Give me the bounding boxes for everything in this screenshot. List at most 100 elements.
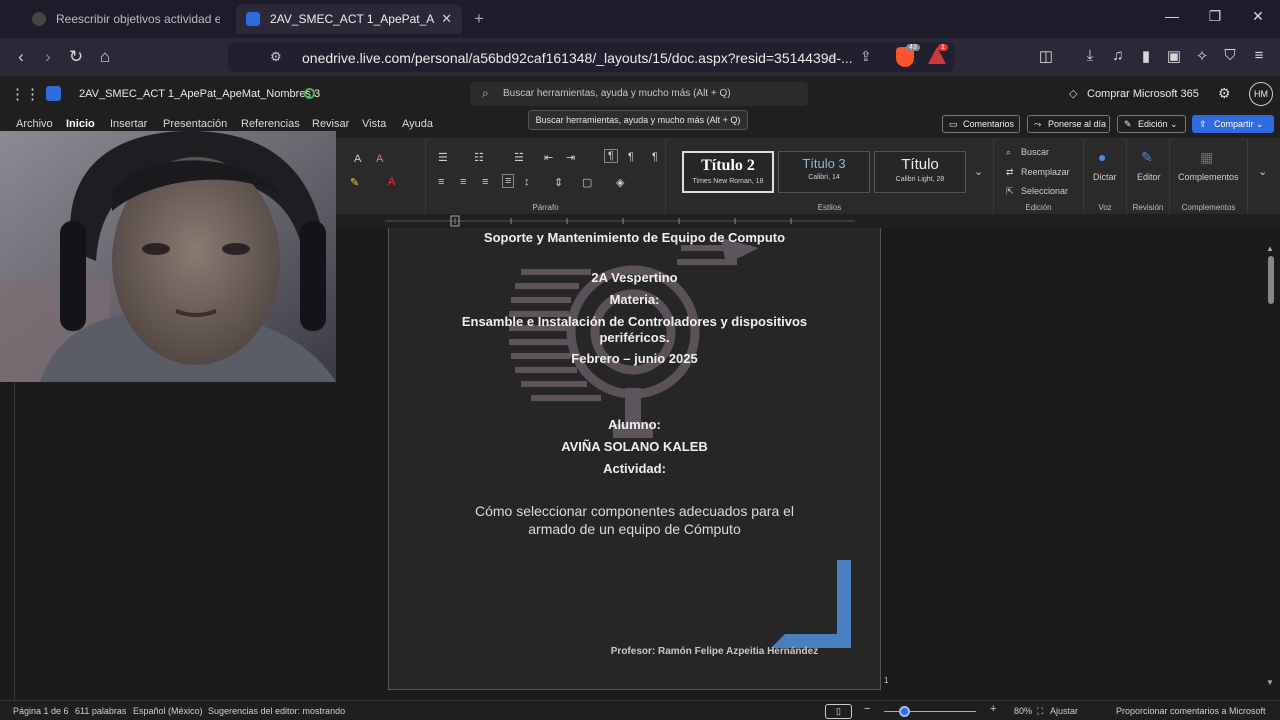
tab-insertar[interactable]: Insertar [110,118,147,130]
close-tab-icon[interactable]: ✕ [441,11,452,27]
tab-ayuda[interactable]: Ayuda [402,118,433,130]
share-icon: ⇪ [1199,119,1207,129]
line-spacing-icon[interactable]: ↕ [524,176,530,188]
share-button[interactable]: ⇪ Compartir ⌄ [1192,115,1274,133]
restore-icon[interactable]: ❐ [1203,8,1227,25]
editing-mode-button[interactable]: ✎ Edición ⌄ [1117,115,1186,133]
fit-button[interactable]: Ajustar [1050,706,1078,716]
document-title[interactable]: 2AV_SMEC_ACT 1_ApePat_ApeMat_Nombres 3 [79,88,320,100]
pencil-icon: ✎ [1124,119,1132,129]
ribbon-expand-icon[interactable]: ⌄ [1258,165,1267,178]
document-page[interactable]: Soporte y Mantenimiento de Equipo de Com… [388,228,881,690]
feedback-link[interactable]: Proporcionar comentarios a Microsoft [1116,706,1266,716]
rtl-icon[interactable]: ¶ [652,151,658,163]
ltr-icon[interactable]: ¶ [628,151,634,163]
share-icon[interactable]: ⇪ [860,48,872,65]
align-right-icon[interactable]: ≡ [482,176,488,188]
editor-suggestions[interactable]: Sugerencias del editor: mostrando [208,706,345,716]
split-view-icon[interactable]: ▮ [1135,47,1157,65]
page-count[interactable]: Página 1 de 6 [13,706,69,716]
shading-icon[interactable]: ◈ [616,176,624,189]
tab-revisar[interactable]: Revisar [312,118,349,130]
numbering-icon[interactable]: ☷ [474,151,484,164]
paragraph-spacing-icon[interactable]: ⇕ [554,176,563,189]
style-heading-3[interactable]: Título 3 Calibri, 14 [778,151,870,193]
scroll-down-icon[interactable]: ▼ [1266,678,1274,687]
browser-tab-active[interactable]: 2AV_SMEC_ACT 1_ApePat_ApeM ✕ [236,4,462,34]
addins-button[interactable]: Complementos [1178,172,1239,182]
catchup-button[interactable]: ⤳ Ponerse al día [1027,115,1110,133]
downloads-icon[interactable]: ⤓ [1079,47,1101,64]
new-tab-button[interactable]: + [474,9,484,29]
page-view-icon[interactable]: ▯ [825,704,852,719]
multilevel-list-icon[interactable]: ☱ [514,151,524,164]
tab-archivo[interactable]: Archivo [16,118,53,130]
tab-vista[interactable]: Vista [362,118,386,130]
addins-grid-icon[interactable]: ▦ [1200,149,1213,166]
style-heading-2[interactable]: Título 2 Times New Roman, 18 [682,151,774,193]
justify-icon[interactable]: ≡ [502,174,515,188]
comments-button[interactable]: ▭ Comentarios [942,115,1020,133]
styles-group: Título 2 Times New Roman, 18 Título 3 Ca… [666,139,994,215]
font-color-icon[interactable]: A [388,176,395,188]
editor-pen-icon[interactable]: ✎ [1141,149,1153,166]
scroll-up-icon[interactable]: ▲ [1266,244,1274,253]
zoom-in-icon[interactable]: + [990,703,996,715]
site-settings-icon[interactable]: ⚙︎ [270,49,282,65]
styles-more-icon[interactable]: ⌄ [974,165,983,178]
find-button[interactable]: Buscar [1021,147,1049,157]
align-center-icon[interactable]: ≡ [460,176,466,188]
vpn-shield-icon[interactable]: ⛉ [1219,47,1241,64]
forward-icon[interactable]: › [37,47,59,67]
word-count[interactable]: 611 palabras [75,706,126,716]
show-marks-icon[interactable]: ¶ [604,149,618,163]
back-icon[interactable]: ‹ [10,47,32,67]
select-button[interactable]: Seleccionar [1021,186,1068,196]
minimize-icon[interactable]: — [1160,8,1184,24]
tab-inicio[interactable]: Inicio [66,118,95,130]
style-title[interactable]: Título Calibri Light, 28 [874,151,966,193]
editor-button[interactable]: Editor [1137,172,1161,182]
buy-microsoft-365-link[interactable]: Comprar Microsoft 365 [1087,88,1199,100]
saved-status-icon [304,88,315,99]
tab-referencias[interactable]: Referencias [241,118,300,130]
sidebar-panel-icon[interactable]: ◫ [1035,47,1057,65]
vertical-scrollbar-thumb[interactable] [1268,256,1274,304]
activity-title-line2: armado de un equipo de Cómputo [528,521,741,537]
subject-label: Materia: [609,292,660,307]
zoom-search-icon[interactable]: ⌕ [828,48,836,65]
avatar[interactable]: HM [1249,82,1273,106]
close-window-icon[interactable]: ✕ [1246,8,1270,25]
reload-icon[interactable]: ↻ [65,47,87,67]
highlight-icon[interactable]: ✎ [350,176,359,189]
style-name: Título [901,156,939,173]
dictate-button[interactable]: Dictar [1093,172,1117,182]
zoom-slider-thumb[interactable] [899,706,910,717]
settings-gear-icon[interactable]: ⚙︎ [1218,85,1231,102]
wallet-icon[interactable]: ▣ [1163,47,1185,65]
align-left-icon[interactable]: ≡ [438,176,444,188]
increase-indent-icon[interactable]: ⇥ [566,151,575,164]
font-size-icon[interactable]: A [354,153,361,165]
microphone-icon[interactable]: ● [1098,149,1106,165]
language[interactable]: Español (México) [133,706,203,716]
borders-icon[interactable]: ▢ [582,176,592,189]
tab-presentacion[interactable]: Presentación [163,118,227,130]
zoom-level[interactable]: 80% [1014,706,1032,716]
home-icon[interactable]: ⌂ [94,47,116,67]
browser-tab-inactive[interactable]: Reescribir objetivos actividad eléctric [22,4,230,34]
zoom-out-icon[interactable]: − [864,703,870,715]
address-field[interactable]: ⚙︎ onedrive.live.com/personal/a56bd92caf… [228,42,954,72]
zoom-slider[interactable] [884,711,976,712]
bullets-icon[interactable]: ☰ [438,151,448,164]
voice-group: ● Dictar Voz [1084,139,1127,215]
media-icon[interactable]: ♫ [1107,47,1129,64]
corner-decoration [771,560,851,648]
leo-ai-icon[interactable]: ✧ [1191,47,1213,65]
decrease-indent-icon[interactable]: ⇤ [544,151,553,164]
clear-format-icon[interactable]: A [376,153,383,165]
style-name: Título 3 [802,156,846,171]
search-box[interactable]: ⌕ Buscar herramientas, ayuda y mucho más… [470,82,808,106]
replace-button[interactable]: Reemplazar [1021,167,1070,177]
menu-icon[interactable]: ≡ [1248,47,1270,64]
